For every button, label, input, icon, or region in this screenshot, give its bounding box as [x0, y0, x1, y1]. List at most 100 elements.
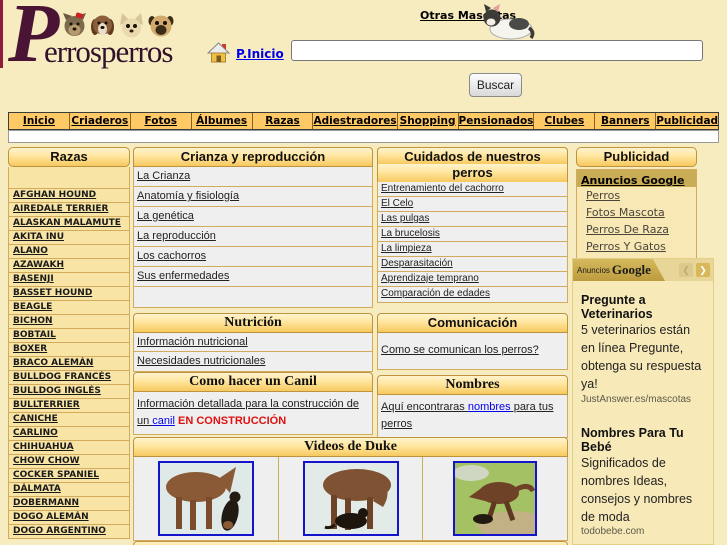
cuidados-link[interactable]: Entrenamiento del cachorro — [378, 182, 567, 197]
ad-body: 5 veterinarios están en línea Pregunte, … — [581, 323, 702, 392]
cuidados-link[interactable]: La brucelosis — [378, 227, 567, 242]
ad-item: Nombres Para Tu Bebé Significados de nom… — [581, 426, 705, 538]
breed-link[interactable]: BOBTAIL — [9, 328, 129, 342]
breed-link[interactable]: BICHON — [9, 314, 129, 328]
comunicacion-section-title: Comunicación — [377, 313, 568, 333]
prev-ads-icon[interactable]: ❮ — [679, 263, 693, 277]
ad-topic-link[interactable]: Perros De Raza — [577, 221, 696, 238]
breed-link[interactable]: AKITA INU — [9, 230, 129, 244]
ad-topic-link[interactable]: Perros — [577, 187, 696, 204]
nutricion-links: Información nutricional Necesidades nutr… — [133, 333, 373, 372]
breed-link[interactable]: BULLDOG INGLÉS — [9, 384, 129, 398]
home-link[interactable]: P.Inicio — [236, 47, 284, 61]
nutricion-link[interactable]: Información nutricional — [134, 333, 372, 352]
videos-section-title: Videos de Duke — [133, 437, 568, 457]
canil-link[interactable]: canil — [152, 415, 175, 427]
ad-title-link[interactable]: Nombres Para Tu Bebé — [581, 426, 705, 454]
anuncios-google-link[interactable]: Anuncios Google — [581, 174, 684, 187]
column-crianza: Crianza y reproducción La Crianza Anatom… — [133, 147, 373, 436]
cuidados-link[interactable]: Las pulgas — [378, 212, 567, 227]
ad-topic-link[interactable]: Fotos Mascota — [577, 204, 696, 221]
crianza-section-title: Crianza y reproducción — [133, 147, 373, 167]
breed-link[interactable]: DOGO ARGENTINO — [9, 524, 129, 538]
cuidados-link[interactable]: Aprendizaje temprano — [378, 272, 567, 287]
nav-item-razas[interactable]: Razas — [253, 113, 314, 129]
publicidad-sidebar: Publicidad — [576, 147, 697, 167]
breed-link[interactable]: ALANO — [9, 244, 129, 258]
video-thumbnail-2[interactable] — [302, 461, 399, 536]
crianza-link[interactable]: La genética — [134, 207, 372, 227]
search-input[interactable] — [291, 40, 703, 61]
ad-item: Pregunte a Veterinarios 5 veterinarios e… — [581, 293, 705, 405]
breed-link[interactable]: BULLTERRIER — [9, 398, 129, 412]
comunicacion-link[interactable]: Como se comunican los perros? — [381, 344, 539, 356]
breed-link[interactable]: ALASKAN MALAMUTE — [9, 216, 129, 230]
nav-item-criaderos[interactable]: Criaderos — [70, 113, 131, 129]
nav-item-fotos[interactable]: Fotos — [131, 113, 192, 129]
canil-section-title: Como hacer un Canil — [133, 372, 373, 392]
breed-link[interactable]: BOXER — [9, 342, 129, 356]
ad-title-link[interactable]: Pregunte a Veterinarios — [581, 293, 705, 321]
cuidados-link[interactable]: Comparación de edades — [378, 287, 567, 302]
crianza-link[interactable]: La reproducción — [134, 227, 372, 247]
nav-item-inicio[interactable]: Inicio — [9, 113, 70, 129]
cuidados-link[interactable]: La limpieza — [378, 242, 567, 257]
nombres-link[interactable]: nombres — [468, 401, 511, 413]
breed-link[interactable]: BASSET HOUND — [9, 286, 129, 300]
breeds-list: AFGHAN HOUND AIREDALE TERRIER ALASKAN MA… — [8, 167, 130, 539]
adsense-header-bar: Anuncios Google ❮ ❯ — [573, 259, 713, 281]
breed-link[interactable]: AIREDALE TERRIER — [9, 202, 129, 216]
video-cell — [134, 457, 279, 540]
nombres-cell: Aquí encontraras nombres para tus perros — [377, 395, 568, 439]
breed-link[interactable]: BASENJI — [9, 272, 129, 286]
comunicacion-cell: Como se comunican los perros? — [377, 333, 568, 370]
video-cell — [279, 457, 424, 540]
cat-image[interactable] — [477, 1, 535, 41]
breed-link[interactable]: DÁLMATA — [9, 482, 129, 496]
ad-topic-link[interactable]: Perros Y Gatos — [577, 238, 696, 255]
nutricion-link[interactable]: Necesidades nutricionales — [134, 352, 372, 371]
breed-link[interactable]: CANICHE — [9, 412, 129, 426]
yorkie-dog-icon — [63, 12, 86, 36]
breeds-sidebar: Razas AFGHAN HOUND AIREDALE TERRIER ALAS… — [8, 147, 130, 539]
breed-link[interactable]: CHOW CHOW — [9, 454, 129, 468]
videos-section: Videos de Duke — [133, 437, 568, 541]
breed-link[interactable]: DOGO ALEMÁN — [9, 510, 129, 524]
crianza-link[interactable]: Los cachorros — [134, 247, 372, 267]
search-button[interactable]: Buscar — [469, 73, 522, 97]
breed-link[interactable]: BULLDOG FRANCÉS — [9, 370, 129, 384]
cuidados-link[interactable]: El Celo — [378, 197, 567, 212]
nav-item-pensionados[interactable]: Pensionados — [459, 113, 535, 129]
column-cuidados: Cuidados de nuestros perros Entrenamient… — [377, 147, 568, 439]
nav-item-albumes[interactable]: Álbumes — [192, 113, 253, 129]
canil-status: EN CONSTRUCCIÓN — [174, 415, 287, 428]
breed-link[interactable]: CARLINO — [9, 426, 129, 440]
breed-link[interactable]: AZAWAKH — [9, 258, 129, 272]
ads-list: Pregunte a Veterinarios 5 veterinarios e… — [573, 281, 713, 545]
cuidados-link[interactable]: Desparasitación — [378, 257, 567, 272]
crianza-link[interactable]: Sus enfermedades — [134, 267, 372, 287]
home-icon[interactable] — [207, 41, 231, 64]
nutricion-section-title: Nutrición — [133, 313, 373, 333]
breed-link[interactable]: BRACO ALEMÁN — [9, 356, 129, 370]
cuidados-section-title: Cuidados de nuestros perros — [377, 147, 568, 182]
breed-link[interactable]: DOBERMANN — [9, 496, 129, 510]
crianza-link[interactable]: La Crianza — [134, 167, 372, 187]
video-thumbnail-1[interactable] — [157, 461, 254, 536]
nav-item-clubes[interactable]: Clubes — [534, 113, 596, 129]
next-ads-icon[interactable]: ❯ — [696, 263, 710, 277]
crianza-spacer — [134, 287, 372, 307]
anuncios-google-band: Anuncios Google — [577, 170, 696, 187]
nav-item-shopping[interactable]: Shopping — [398, 113, 459, 129]
anuncios-links-box: Anuncios Google Perros Fotos Mascota Per… — [576, 169, 697, 259]
breed-link[interactable]: COCKER SPANIEL — [9, 468, 129, 482]
crianza-link[interactable]: Anatomía y fisiología — [134, 187, 372, 207]
video-thumbnail-3[interactable] — [453, 461, 538, 536]
breed-link[interactable]: BEAGLE — [9, 300, 129, 314]
breed-link[interactable]: AFGHAN HOUND — [9, 188, 129, 202]
breed-link[interactable]: CHIHUAHUA — [9, 440, 129, 454]
nav-item-banners[interactable]: Banners — [595, 113, 657, 129]
adsense-brand-name: Google — [611, 262, 651, 277]
nav-item-publicidad[interactable]: Publicidad — [656, 113, 718, 129]
nav-item-adiestradores[interactable]: Adiestradores — [313, 113, 398, 129]
